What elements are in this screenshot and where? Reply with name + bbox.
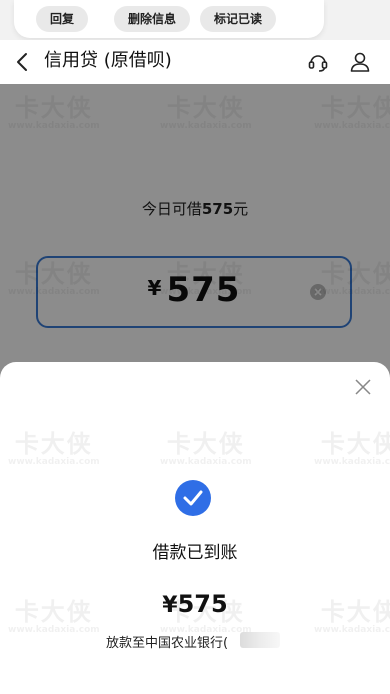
sheet-amount-digits: 575 [177,590,228,618]
loan-amount-display: ¥575 [0,590,390,618]
payout-destination-text: 放款至中国农业银行( [106,636,229,651]
loan-success-sheet: 借款已到账 ¥575 放款至中国农业银行( [0,362,390,694]
close-icon[interactable] [354,378,372,396]
nav-header: 信用贷 (原借呗) [0,40,390,84]
page-title: 信用贷 (原借呗) [44,50,172,71]
reply-button[interactable]: 回复 [36,6,89,32]
mark-read-button[interactable]: 标记已读 [200,6,277,32]
loan-arrived-text: 借款已到账 [152,543,238,563]
user-icon[interactable] [348,50,372,74]
success-check-icon [175,480,211,516]
notification-actions-bar: 回复 删除信息 标记已读 [0,0,390,40]
notification-card: 回复 删除信息 标记已读 [14,0,324,38]
app-screen: 今日可借575元 ¥575 回复 删除信息 标记已读 信用贷 (原借呗) 借款已… [0,0,390,694]
back-icon[interactable] [12,50,34,74]
delete-message-button[interactable]: 删除信息 [114,6,191,32]
sheet-currency: ¥ [162,593,178,618]
customer-service-icon[interactable] [306,50,330,74]
masked-account-number [240,632,280,648]
